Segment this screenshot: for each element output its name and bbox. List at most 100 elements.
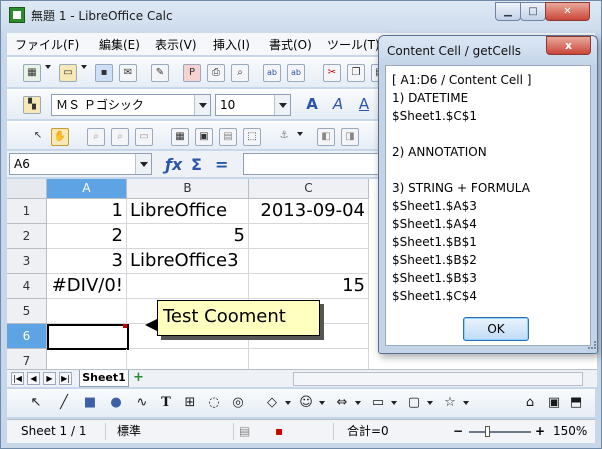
cell-c4[interactable]: 15 [249,274,369,299]
cell-c7[interactable] [249,349,369,369]
cell-a2[interactable]: 2 [47,224,127,249]
function-wizard-icon[interactable]: ƒx [165,155,182,174]
row-header-4[interactable]: 4 [7,274,47,299]
cell-b7[interactable] [127,349,249,369]
status-zoom[interactable]: 150% [553,420,587,442]
menu-view[interactable]: 表示(V) [155,36,197,53]
stars-icon[interactable]: ☆ [441,395,459,411]
italic-icon[interactable]: A [329,96,347,114]
zoom-slider-thumb[interactable] [485,426,490,437]
formula-equals-icon[interactable]: = [215,155,228,174]
styles-icon[interactable]: ▚ [23,96,41,114]
points-icon[interactable]: ⌂ [521,395,539,411]
bring-forward-icon[interactable]: ◧ [317,128,335,146]
cell-c3[interactable] [249,249,369,274]
cell-b1[interactable]: LibreOffice [127,199,249,224]
minimize-button[interactable]: ▁ [495,2,521,21]
ok-button[interactable]: OK [463,317,529,341]
menu-insert[interactable]: 挿入(I) [213,36,250,53]
table-icon[interactable]: ▤ [219,128,237,146]
sum-icon[interactable]: Σ [191,155,202,174]
bold-icon[interactable]: A [303,96,321,114]
symbol-shapes-icon[interactable]: ☺ [297,395,315,411]
chart-icon[interactable]: ▦ [171,128,189,146]
callout-icon[interactable]: ◌ [205,395,223,411]
text-icon[interactable]: T [157,395,175,411]
edit-file-icon[interactable]: ✎ [151,64,169,82]
row-header-1[interactable]: 1 [7,199,47,224]
status-page-style[interactable]: 標準 [117,420,141,442]
open-dropdown-icon[interactable] [81,65,87,69]
menu-tools[interactable]: ツール(T) [327,36,380,53]
cell-b2[interactable]: 5 [127,224,249,249]
cut-icon[interactable]: ✂ [323,64,341,82]
basic-shapes-dropdown-icon[interactable] [285,401,291,405]
zoom-slider[interactable] [469,431,531,433]
line-icon[interactable]: ╱ [55,395,73,411]
email-icon[interactable]: ✉ [119,64,137,82]
close-button[interactable]: ✕ [545,2,590,21]
open-folder-icon[interactable]: ▭ [59,64,77,82]
crop-icon[interactable]: ⬚ [243,128,261,146]
sheet-tab-sheet1[interactable]: Sheet1 [79,370,129,387]
resize-grip-icon[interactable] [588,341,596,349]
font-name-combo[interactable]: ＭＳ Ｐゴシック [51,94,211,116]
cell-c2[interactable] [249,224,369,249]
font-size-dropdown-icon[interactable] [274,95,290,115]
new-document-icon[interactable]: ▦ [23,64,41,82]
select-arrow-icon[interactable]: ↖ [29,128,47,146]
menu-format[interactable]: 書式(O) [269,36,312,53]
callouts-icon[interactable]: ▢ [405,395,423,411]
document-modified-icon[interactable]: ▪ [275,420,283,442]
row-header-3[interactable]: 3 [7,249,47,274]
export-pdf-icon[interactable]: P [183,64,201,82]
send-backward-icon[interactable]: ◨ [341,128,359,146]
fontwork-icon[interactable]: ◎ [229,395,247,411]
cell-c1[interactable]: 2013-09-04 [249,199,369,224]
spellcheck-icon[interactable]: ab [263,64,281,82]
add-sheet-icon[interactable]: + [133,371,147,385]
insert-image-icon[interactable]: ▣ [545,395,563,411]
column-header-a[interactable]: A [47,179,127,199]
ellipse-icon[interactable]: ● [107,395,125,411]
cell-b3[interactable]: LibreOffice3 [127,249,249,274]
copy-icon[interactable]: ❐ [347,64,365,82]
callout-text-icon[interactable]: ⊞ [181,395,199,411]
extrusion-icon[interactable]: ⬒ [567,395,585,411]
flowchart-dropdown-icon[interactable] [391,401,397,405]
hand-icon[interactable]: ✋ [51,128,69,146]
zoom-out-icon[interactable]: ⌕ [111,128,129,146]
block-arrows-icon[interactable]: ⇔ [333,395,351,411]
anchor-dropdown-icon[interactable] [297,132,303,136]
print-preview-icon[interactable]: ⌕ [231,64,249,82]
row-header-6[interactable]: 6 [7,324,47,349]
select-all-corner[interactable] [7,179,47,199]
last-sheet-icon[interactable]: ▶| [59,372,72,385]
column-header-c[interactable]: C [249,179,369,199]
name-box-dropdown-icon[interactable] [135,154,151,174]
basic-shapes-icon[interactable]: ◇ [263,395,281,411]
cell-a1[interactable]: 1 [47,199,127,224]
prev-sheet-icon[interactable]: ◀ [27,372,40,385]
symbol-shapes-dropdown-icon[interactable] [319,401,325,405]
cell-a3[interactable]: 3 [47,249,127,274]
font-size-combo[interactable]: 10 [215,94,291,116]
cell-a6-active[interactable] [47,324,129,350]
new-dropdown-icon[interactable] [45,65,51,69]
selection-mode-icon[interactable]: ▤ [239,420,250,442]
print-icon[interactable]: ⎙ [207,64,225,82]
autospell-icon[interactable]: ab [287,64,305,82]
flowchart-icon[interactable]: ▭ [369,395,387,411]
menu-edit[interactable]: 編集(E) [99,36,140,53]
callouts-dropdown-icon[interactable] [427,401,433,405]
row-header-2[interactable]: 2 [7,224,47,249]
column-header-b[interactable]: B [127,179,249,199]
draw-select-icon[interactable]: ↖ [27,395,45,411]
anchor-icon[interactable]: ⚓ [275,128,293,146]
zoom-in-icon[interactable]: ⌕ [87,128,105,146]
name-box[interactable]: A6 [9,153,152,175]
cell-a4[interactable]: #DIV/0! [47,274,127,299]
row-header-5[interactable]: 5 [7,299,47,324]
menu-file[interactable]: ファイル(F) [15,36,79,53]
cell-a5[interactable] [47,299,127,324]
